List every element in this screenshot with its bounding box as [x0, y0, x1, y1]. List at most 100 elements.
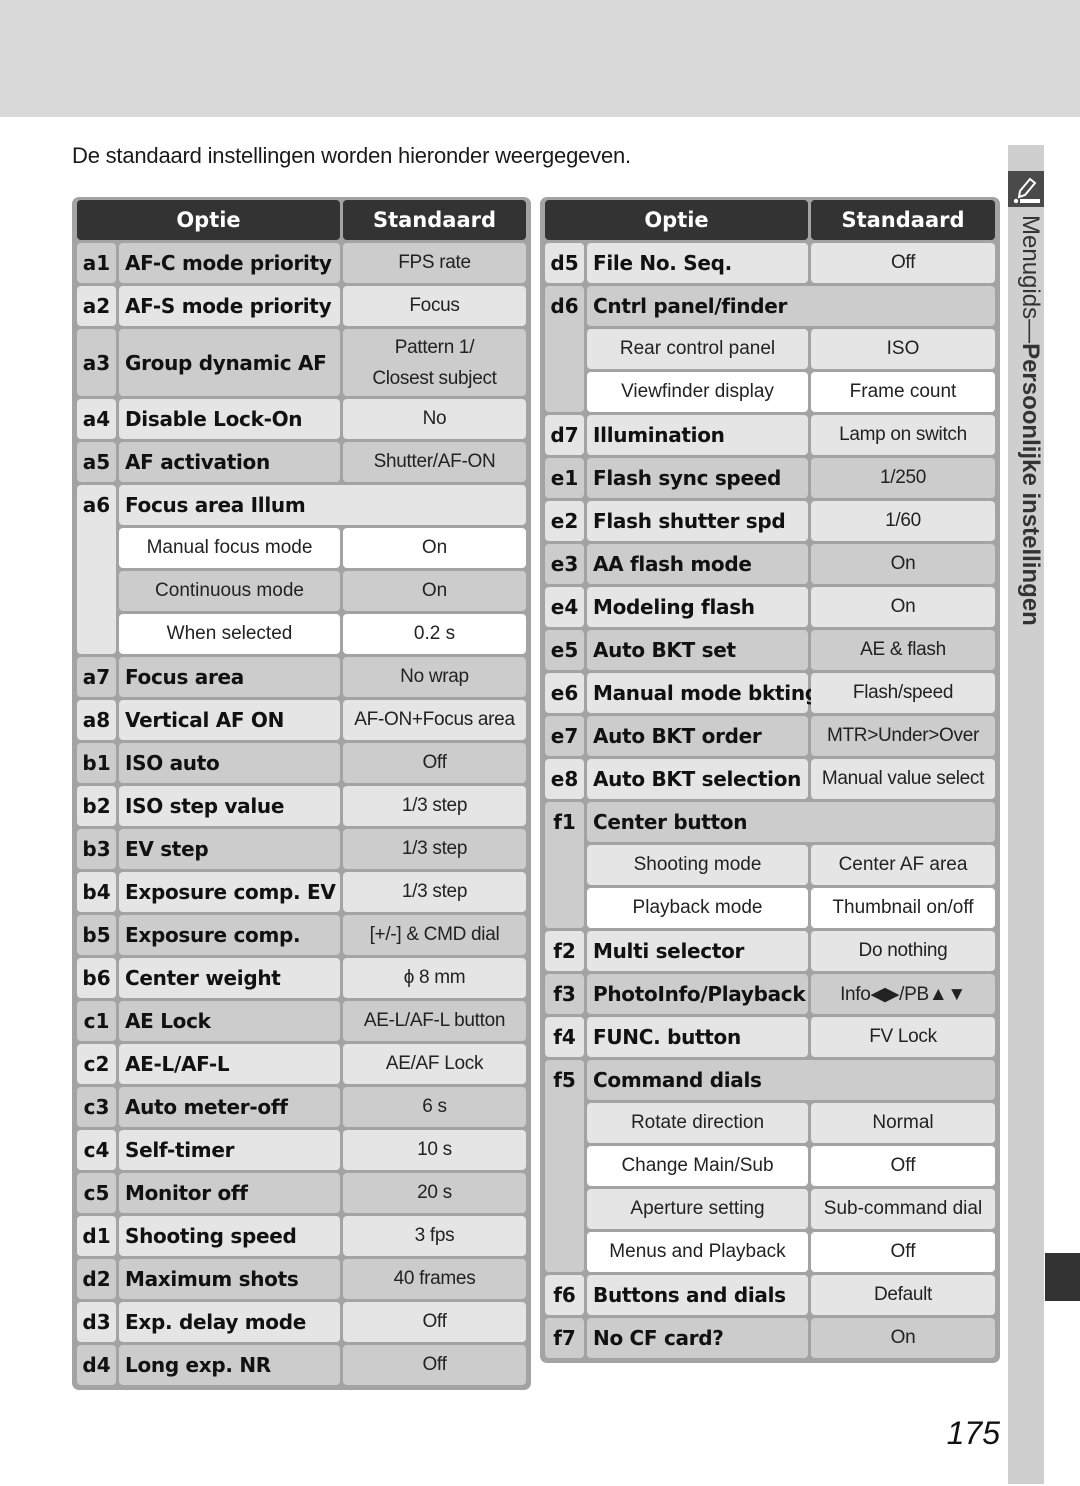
option-value: Focus	[343, 286, 526, 326]
sub-option-name: Shooting mode	[587, 845, 808, 885]
sub-option-value: Off	[811, 1146, 995, 1186]
option-name: Auto BKT order	[587, 716, 808, 756]
option-name: AF-C mode priority	[119, 243, 340, 283]
option-id: a4	[77, 399, 116, 439]
option-value: [+/-] & CMD dial	[343, 915, 526, 955]
option-value: 6 s	[343, 1087, 526, 1127]
option-name: Auto meter-off	[119, 1087, 340, 1127]
option-name: Disable Lock-On	[119, 399, 340, 439]
option-id: f3	[545, 974, 584, 1014]
option-id: c1	[77, 1001, 116, 1041]
option-value: On	[811, 1318, 995, 1358]
option-name: Auto BKT set	[587, 630, 808, 670]
option-name: Exposure comp.	[119, 915, 340, 955]
option-value: 1/3 step	[343, 872, 526, 912]
sub-option-value: On	[343, 528, 526, 568]
option-id: f1	[545, 802, 584, 928]
option-id: f2	[545, 931, 584, 971]
option-name: AA flash mode	[587, 544, 808, 584]
option-id: c5	[77, 1173, 116, 1213]
table-grid: Optie Standaard a1 AF-C mode priority FPS …	[77, 200, 526, 1385]
option-name: Cntrl panel/finder	[587, 286, 995, 326]
option-value: Lamp on switch	[811, 415, 995, 455]
option-id: f4	[545, 1017, 584, 1057]
option-name: AF-S mode priority	[119, 286, 340, 326]
option-value: 10 s	[343, 1130, 526, 1170]
sub-option-value: 0.2 s	[343, 614, 526, 654]
option-id: e3	[545, 544, 584, 584]
option-value: AE/AF Lock	[343, 1044, 526, 1084]
sub-option-name: Rear control panel	[587, 329, 808, 369]
option-id: d1	[77, 1216, 116, 1256]
option-name: Multi selector	[587, 931, 808, 971]
option-value: FV Lock	[811, 1017, 995, 1057]
column-header-default: Standaard	[343, 200, 526, 240]
option-id: f5	[545, 1060, 584, 1272]
option-value-line: Pattern 1/	[394, 336, 475, 358]
option-value: AE-L/AF-L button	[343, 1001, 526, 1041]
option-name: Shooting speed	[119, 1216, 340, 1256]
sub-option-value: On	[343, 571, 526, 611]
option-id: f6	[545, 1275, 584, 1315]
option-value: Default	[811, 1275, 995, 1315]
table-grid: Optie Standaard d5 File No. Seq. Off d6 Cntr…	[545, 200, 995, 1358]
option-id: d5	[545, 243, 584, 283]
sub-option-name: Playback mode	[587, 888, 808, 928]
option-name: Maximum shots	[119, 1259, 340, 1299]
sub-option-name: Viewfinder display	[587, 372, 808, 412]
option-value: AE & flash	[811, 630, 995, 670]
option-name: No CF card?	[587, 1318, 808, 1358]
section-title-sep: —	[1017, 319, 1044, 344]
sub-option-name: Manual focus mode	[119, 528, 340, 568]
settings-table-left: Optie Standaard a1 AF-C mode priority FPS …	[72, 197, 531, 1390]
option-name: PhotoInfo/Playback	[587, 974, 808, 1014]
option-name: Exp. delay mode	[119, 1302, 340, 1342]
option-name: Focus area Illum	[119, 485, 526, 525]
option-id: d3	[77, 1302, 116, 1342]
option-name: Center button	[587, 802, 995, 842]
option-name: Vertical AF ON	[119, 700, 340, 740]
option-value: Manual value select	[811, 759, 995, 799]
sub-option-name: Menus and Playback	[587, 1232, 808, 1272]
option-value: Do nothing	[811, 931, 995, 971]
option-name: ISO auto	[119, 743, 340, 783]
option-value: No	[343, 399, 526, 439]
column-header-default: Standaard	[811, 200, 995, 240]
option-id: a6	[77, 485, 116, 654]
option-name: AE Lock	[119, 1001, 340, 1041]
option-name: Flash shutter spd	[587, 501, 808, 541]
option-name: Exposure comp. EV	[119, 872, 340, 912]
option-name: Monitor off	[119, 1173, 340, 1213]
option-value: On	[811, 544, 995, 584]
option-value: Info◀▶/PB▲▼	[811, 974, 995, 1014]
option-name: AE-L/AF-L	[119, 1044, 340, 1084]
option-name: Focus area	[119, 657, 340, 697]
option-name: Long exp. NR	[119, 1345, 340, 1385]
option-id: e1	[545, 458, 584, 498]
option-value: No wrap	[343, 657, 526, 697]
option-value: 20 s	[343, 1173, 526, 1213]
sub-option-value: ISO	[811, 329, 995, 369]
option-id: b1	[77, 743, 116, 783]
option-value: 1/3 step	[343, 786, 526, 826]
option-id: b5	[77, 915, 116, 955]
option-value: Flash/speed	[811, 673, 995, 713]
option-value: ϕ 8 mm	[343, 958, 526, 998]
sub-option-value: Normal	[811, 1103, 995, 1143]
option-value: 1/250	[811, 458, 995, 498]
option-name: Modeling flash	[587, 587, 808, 627]
option-name: ISO step value	[119, 786, 340, 826]
option-id: d4	[77, 1345, 116, 1385]
option-value: AF-ON+Focus area	[343, 700, 526, 740]
option-value: On	[811, 587, 995, 627]
option-id: f7	[545, 1318, 584, 1358]
option-value: Off	[811, 243, 995, 283]
chapter-thumb-tab	[1045, 1253, 1080, 1301]
option-id: b3	[77, 829, 116, 869]
sub-option-value: Off	[811, 1232, 995, 1272]
option-id: b6	[77, 958, 116, 998]
option-value: Shutter/AF-ON	[343, 442, 526, 482]
option-value: Pattern 1/Closest subject	[343, 329, 526, 396]
option-name: EV step	[119, 829, 340, 869]
section-title-part: Menugids	[1017, 215, 1044, 320]
